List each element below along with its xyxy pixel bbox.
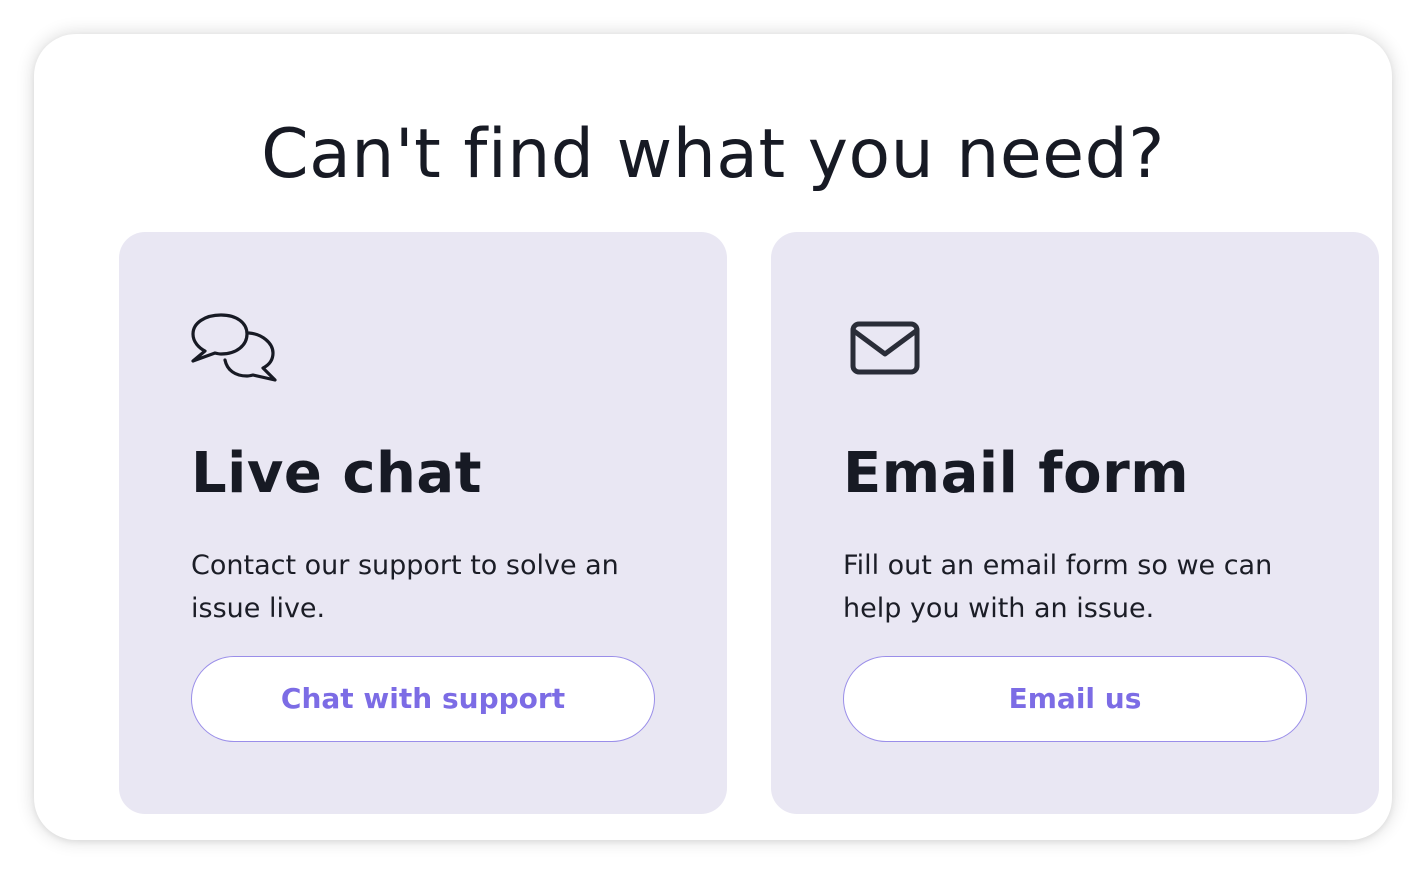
- chat-bubbles-icon: [191, 312, 279, 384]
- card-title: Email form: [843, 441, 1190, 506]
- page-title: Can't find what you need?: [261, 115, 1165, 194]
- card-description: Fill out an email form so we can help yo…: [843, 550, 1273, 624]
- email-form-card: Email form Fill out an email form so we …: [771, 232, 1379, 814]
- card-title: Live chat: [191, 441, 482, 506]
- support-panel: Can't find what you need? Live chat Cont…: [34, 34, 1392, 840]
- chat-with-support-button[interactable]: Chat with support: [191, 656, 655, 742]
- live-chat-card: Live chat Contact our support to solve a…: [119, 232, 727, 814]
- card-description: Contact our support to solve an issue li…: [191, 550, 619, 624]
- email-us-button[interactable]: Email us: [843, 656, 1307, 742]
- envelope-icon: [843, 312, 931, 384]
